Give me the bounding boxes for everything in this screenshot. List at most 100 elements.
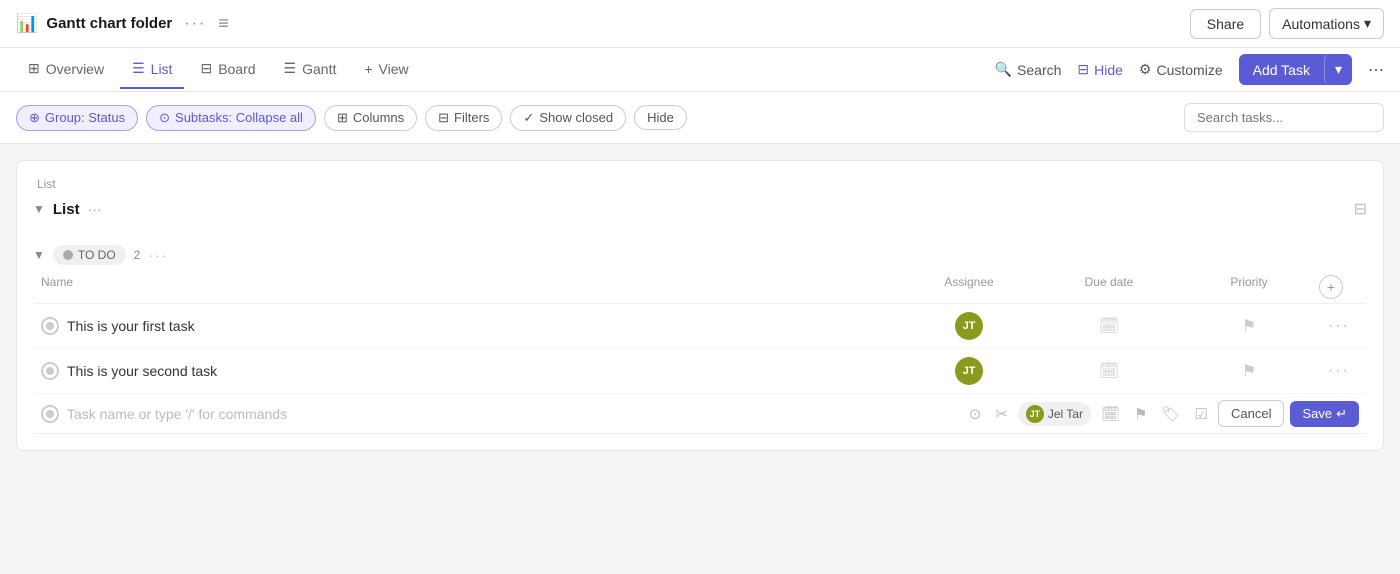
add-task-dropdown-button[interactable]: ▾ xyxy=(1324,54,1352,85)
task-assignee[interactable]: JT xyxy=(899,312,1039,340)
list-icon: ☰ xyxy=(132,60,145,77)
task-name-cell: This is your first task xyxy=(41,317,899,335)
toolbar: ⊕ Group: Status ⊙ Subtasks: Collapse all… xyxy=(0,92,1400,144)
list-container: List ▼ List ··· ⊟ ▼ TO DO 2 ··· Name xyxy=(16,160,1384,451)
top-bar-left: 📊 Gantt chart folder ··· ≡ xyxy=(16,13,229,35)
add-column-button[interactable]: + xyxy=(1319,275,1359,299)
task-type-icon[interactable]: ⊙ xyxy=(965,401,986,427)
main-content: List ▼ List ··· ⊟ ▼ TO DO 2 ··· Name xyxy=(0,144,1400,574)
hide-label: Hide xyxy=(1094,62,1123,78)
task-priority[interactable]: ⚑ xyxy=(1179,361,1319,381)
new-task-left xyxy=(41,405,965,423)
top-bar-right: Share Automations ▾ xyxy=(1190,8,1384,39)
add-task-button[interactable]: Add Task xyxy=(1239,55,1324,85)
new-task-checkbox[interactable] xyxy=(41,405,59,423)
task-more-button[interactable]: ··· xyxy=(1319,317,1359,335)
automations-chevron-icon: ▾ xyxy=(1364,15,1371,32)
col-due-date: Due date xyxy=(1039,275,1179,299)
jel-tar-label: Jel Tar xyxy=(1048,407,1083,421)
search-label: Search xyxy=(1017,62,1061,78)
tab-gantt[interactable]: ☰ Gantt xyxy=(272,50,349,89)
col-assignee: Assignee xyxy=(899,275,1039,299)
col-name: Name xyxy=(41,275,899,299)
collapse-icon[interactable]: ▼ xyxy=(33,202,45,216)
task-options-icon[interactable]: ✂ xyxy=(991,401,1012,427)
tag-action-icon[interactable]: 🏷 xyxy=(1157,401,1184,427)
share-button[interactable]: Share xyxy=(1190,9,1261,39)
group-icon: ⊕ xyxy=(29,110,40,126)
checkbox-inner xyxy=(46,367,54,375)
automations-label: Automations xyxy=(1282,16,1360,32)
hamburger-icon[interactable]: ≡ xyxy=(218,13,229,34)
add-task-button-wrap: Add Task ▾ xyxy=(1239,54,1352,85)
overview-icon: ⊞ xyxy=(28,60,40,77)
group-status-chip[interactable]: ⊕ Group: Status xyxy=(16,105,138,131)
group-status-label: Group: Status xyxy=(45,110,125,125)
avatar: JT xyxy=(955,312,983,340)
subtasks-label: Subtasks: Collapse all xyxy=(175,110,303,125)
subtasks-chip[interactable]: ⊙ Subtasks: Collapse all xyxy=(146,105,316,131)
tab-overview-label: Overview xyxy=(46,61,104,77)
folder-icon: 📊 xyxy=(16,13,38,34)
columns-icon: ⊞ xyxy=(337,110,348,126)
table-row: This is your second task JT 🗓 ⚑ ··· xyxy=(33,349,1367,394)
columns-chip[interactable]: ⊞ Columns xyxy=(324,105,417,131)
task-due-date[interactable]: 🗓 xyxy=(1039,361,1179,381)
nav-more-button[interactable]: ⋯ xyxy=(1368,60,1384,80)
cancel-button[interactable]: Cancel xyxy=(1218,400,1284,427)
task-checkbox[interactable] xyxy=(41,317,59,335)
checkbox-inner xyxy=(46,410,54,418)
filters-icon: ⊟ xyxy=(438,110,449,126)
task-name-cell: This is your second task xyxy=(41,362,899,380)
top-bar: 📊 Gantt chart folder ··· ≡ Share Automat… xyxy=(0,0,1400,48)
checklist-action-icon[interactable]: ☑ xyxy=(1191,401,1212,427)
status-collapse-icon[interactable]: ▼ xyxy=(33,248,45,262)
avatar: JT xyxy=(955,357,983,385)
jel-tar-chip[interactable]: JT Jel Tar xyxy=(1018,402,1091,426)
search-tasks-input[interactable] xyxy=(1184,103,1384,132)
sidebar-toggle-icon[interactable]: ⊟ xyxy=(1354,201,1367,218)
task-checkbox[interactable] xyxy=(41,362,59,380)
folder-title: Gantt chart folder xyxy=(46,15,172,32)
tab-list[interactable]: ☰ List xyxy=(120,50,184,89)
save-enter-icon: ↵ xyxy=(1336,406,1347,422)
status-menu-button[interactable]: ··· xyxy=(148,247,168,263)
due-date-action-icon[interactable]: 🗓 xyxy=(1097,401,1124,427)
task-more-button[interactable]: ··· xyxy=(1319,362,1359,380)
filters-label: Filters xyxy=(454,110,489,125)
folder-menu-button[interactable]: ··· xyxy=(180,13,210,35)
tab-add-view[interactable]: + View xyxy=(352,51,420,89)
tab-overview[interactable]: ⊞ Overview xyxy=(16,50,116,89)
hide-button[interactable]: ⊟ Hide xyxy=(1077,61,1123,78)
nav-tabs: ⊞ Overview ☰ List ⊟ Board ☰ Gantt + View xyxy=(16,50,421,89)
customize-button[interactable]: ⚙ Customize xyxy=(1139,61,1223,78)
task-priority[interactable]: ⚑ xyxy=(1179,316,1319,336)
task-due-date[interactable]: 🗓 xyxy=(1039,316,1179,336)
list-header-menu-button[interactable]: ··· xyxy=(88,201,102,217)
hide-chip[interactable]: Hide xyxy=(634,105,687,130)
add-view-icon: + xyxy=(364,61,372,77)
search-button[interactable]: 🔍 Search xyxy=(995,61,1062,78)
hide-chip-label: Hide xyxy=(647,110,674,125)
show-closed-label: Show closed xyxy=(539,110,613,125)
toolbar-left: ⊕ Group: Status ⊙ Subtasks: Collapse all… xyxy=(16,105,687,131)
show-closed-chip[interactable]: ✓ Show closed xyxy=(510,105,626,131)
status-badge: TO DO xyxy=(53,245,126,265)
automations-button[interactable]: Automations ▾ xyxy=(1269,8,1384,39)
priority-action-icon[interactable]: ⚑ xyxy=(1130,401,1151,427)
nav-bar: ⊞ Overview ☰ List ⊟ Board ☰ Gantt + View… xyxy=(0,48,1400,92)
task-title[interactable]: This is your second task xyxy=(67,363,217,379)
gantt-icon: ☰ xyxy=(284,60,297,77)
status-header: ▼ TO DO 2 ··· xyxy=(33,239,1367,271)
new-task-input[interactable] xyxy=(67,406,387,422)
nav-actions: 🔍 Search ⊟ Hide ⚙ Customize Add Task ▾ ⋯ xyxy=(995,54,1384,85)
save-button[interactable]: Save ↵ xyxy=(1290,401,1359,427)
filters-chip[interactable]: ⊟ Filters xyxy=(425,105,502,131)
tab-board[interactable]: ⊟ Board xyxy=(188,50,267,89)
task-assignee[interactable]: JT xyxy=(899,357,1039,385)
table-row: This is your first task JT 🗓 ⚑ ··· xyxy=(33,304,1367,349)
task-title[interactable]: This is your first task xyxy=(67,318,195,334)
status-section: ▼ TO DO 2 ··· Name Assignee Due date Pri… xyxy=(33,239,1367,434)
list-label: List xyxy=(33,177,1367,191)
status-count: 2 xyxy=(134,248,141,262)
